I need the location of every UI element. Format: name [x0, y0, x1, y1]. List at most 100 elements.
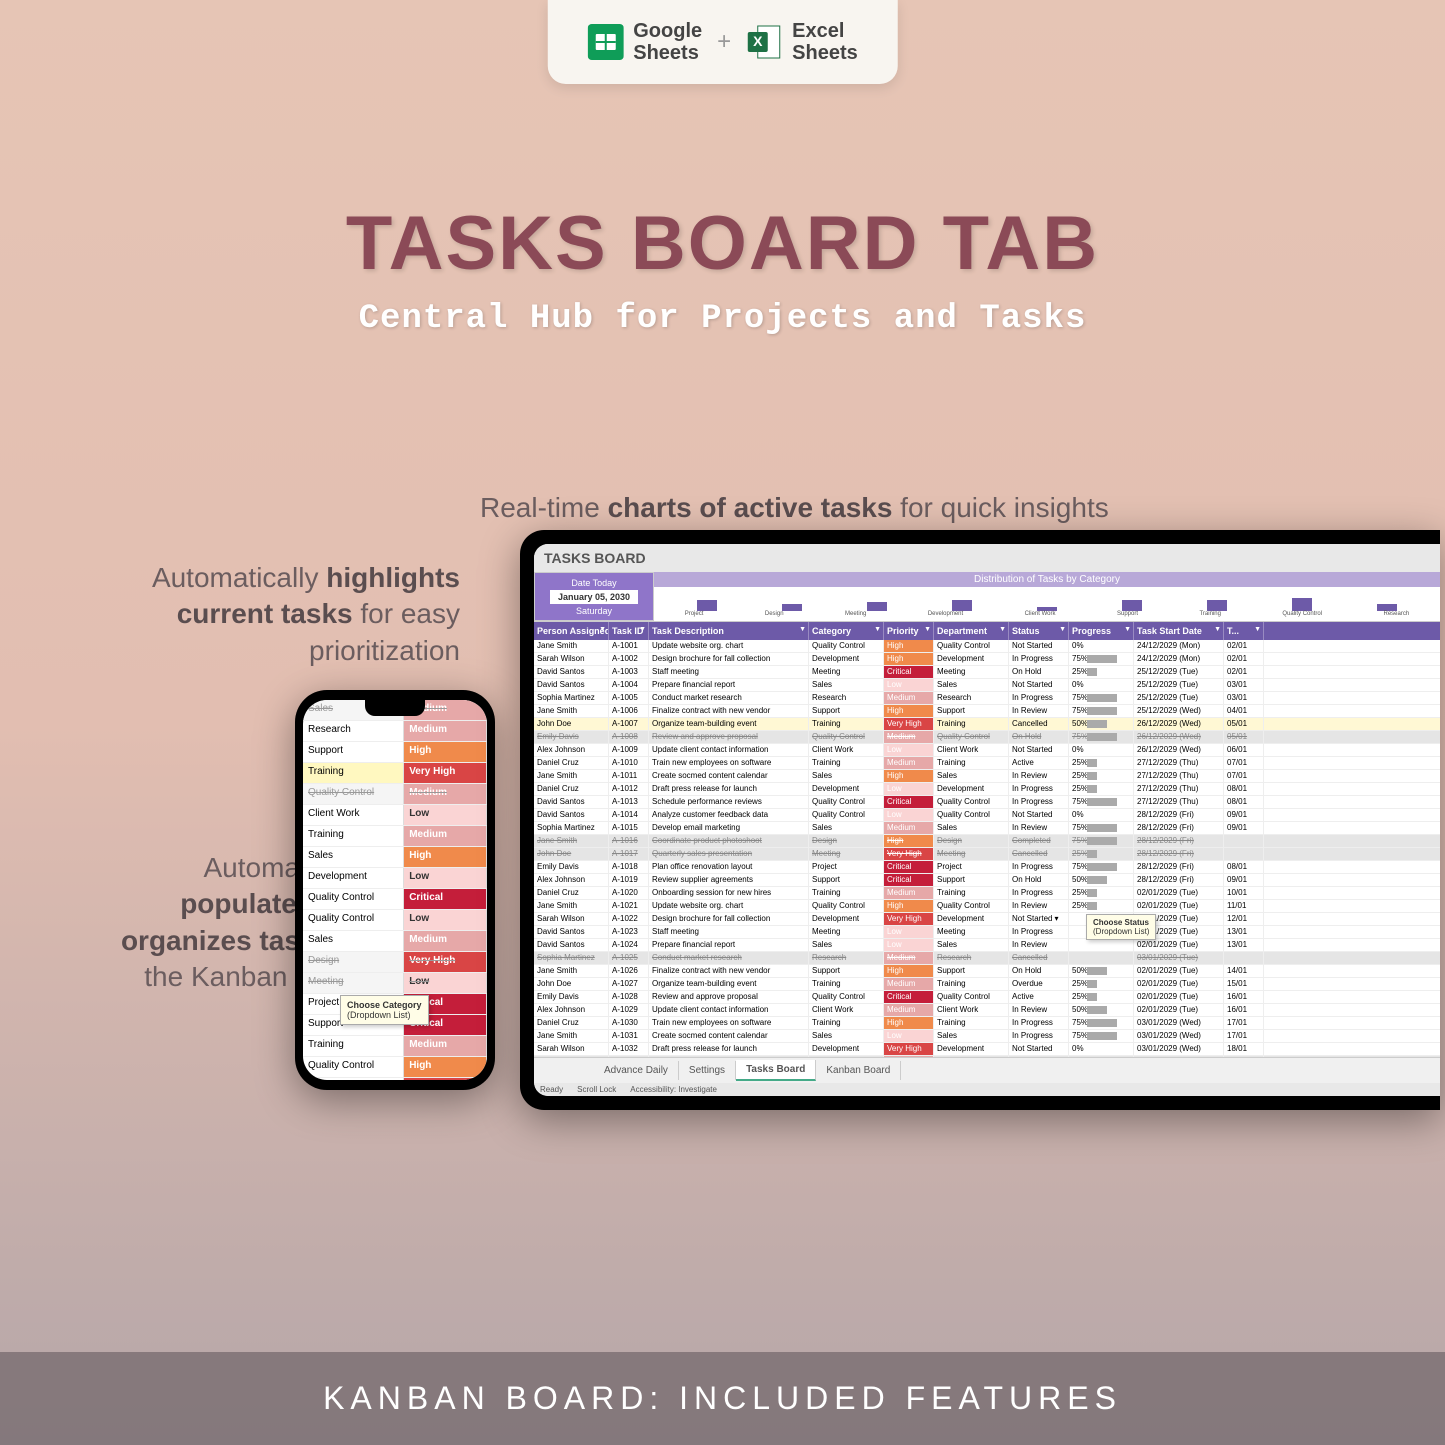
table-cell[interactable]: 27/12/2029 (Thu) — [1134, 770, 1224, 782]
table-cell[interactable]: 05/01 — [1224, 718, 1264, 730]
table-cell[interactable]: 27/12/2029 (Thu) — [1134, 796, 1224, 808]
table-cell[interactable]: On Hold — [1009, 965, 1069, 977]
table-cell[interactable]: 26/12/2029 (Wed) — [1134, 718, 1224, 730]
table-cell[interactable]: 15/01 — [1224, 978, 1264, 990]
table-cell[interactable]: High — [884, 1017, 934, 1029]
table-cell[interactable]: Completed — [1009, 835, 1069, 847]
table-cell[interactable]: Active — [1009, 757, 1069, 769]
phone-category-cell[interactable]: Support — [303, 742, 404, 762]
table-cell[interactable]: Training — [934, 1017, 1009, 1029]
table-cell[interactable]: Onboarding session for new hires — [649, 887, 809, 899]
table-cell[interactable]: Design — [809, 835, 884, 847]
table-cell[interactable]: Quality Control — [934, 809, 1009, 821]
phone-category-cell[interactable]: Training — [303, 763, 404, 783]
table-cell[interactable]: High — [884, 770, 934, 782]
table-cell[interactable]: Schedule performance reviews — [649, 796, 809, 808]
table-row[interactable]: Daniel CruzA-1012Draft press release for… — [534, 783, 1440, 796]
table-cell[interactable]: 08/01 — [1224, 796, 1264, 808]
table-row[interactable]: Jane SmithA-1016Coordinate product photo… — [534, 835, 1440, 848]
table-cell[interactable]: Staff meeting — [649, 666, 809, 678]
table-cell[interactable] — [1069, 939, 1134, 951]
table-cell[interactable]: Quality Control — [809, 731, 884, 743]
table-cell[interactable]: A-1027 — [609, 978, 649, 990]
table-cell[interactable]: Support — [934, 874, 1009, 886]
table-cell[interactable]: Jane Smith — [534, 770, 609, 782]
table-cell[interactable]: 25% — [1069, 783, 1134, 795]
table-cell[interactable]: In Review — [1009, 822, 1069, 834]
table-cell[interactable]: 02/01 — [1224, 640, 1264, 652]
column-header[interactable]: Status — [1009, 622, 1069, 640]
table-cell[interactable]: Critical — [884, 991, 934, 1003]
table-cell[interactable]: Quality Control — [934, 991, 1009, 1003]
table-cell[interactable]: 28/12/2029 (Fri) — [1134, 874, 1224, 886]
table-cell[interactable]: 28/12/2029 (Fri) — [1134, 822, 1224, 834]
table-cell[interactable]: 75% — [1069, 705, 1134, 717]
table-cell[interactable]: Jane Smith — [534, 900, 609, 912]
table-cell[interactable]: Sales — [809, 1030, 884, 1042]
table-cell[interactable]: Low — [884, 679, 934, 691]
table-cell[interactable]: Very High — [884, 1043, 934, 1055]
phone-category-cell[interactable]: Quality Control — [303, 889, 404, 909]
table-cell[interactable]: Not Started — [1009, 744, 1069, 756]
table-cell[interactable]: Train new employees on software — [649, 1017, 809, 1029]
table-cell[interactable]: A-1031 — [609, 1030, 649, 1042]
table-cell[interactable]: A-1008 — [609, 731, 649, 743]
table-row[interactable]: Emily DavisA-1008Review and approve prop… — [534, 731, 1440, 744]
table-row[interactable]: David SantosA-1024Prepare financial repo… — [534, 939, 1440, 952]
column-header[interactable]: Category — [809, 622, 884, 640]
table-cell[interactable]: Quality Control — [809, 796, 884, 808]
table-cell[interactable]: David Santos — [534, 926, 609, 938]
table-cell[interactable]: Design — [934, 835, 1009, 847]
table-cell[interactable]: High — [884, 653, 934, 665]
table-cell[interactable]: 11/01 — [1224, 900, 1264, 912]
table-cell[interactable]: In Progress — [1009, 1017, 1069, 1029]
table-cell[interactable]: 50% — [1069, 718, 1134, 730]
table-cell[interactable]: Low — [884, 783, 934, 795]
table-cell[interactable]: Design brochure for fall collection — [649, 913, 809, 925]
phone-row[interactable]: Quality ControlCritical — [303, 889, 487, 910]
phone-row[interactable]: TrainingVery High — [303, 763, 487, 784]
table-cell[interactable]: 14/01 — [1224, 965, 1264, 977]
table-cell[interactable]: 0% — [1069, 744, 1134, 756]
table-row[interactable]: David SantosA-1004Prepare financial repo… — [534, 679, 1440, 692]
phone-row[interactable]: Quality ControlLow — [303, 910, 487, 931]
table-cell[interactable]: Review and approve proposal — [649, 991, 809, 1003]
table-cell[interactable]: 03/01 — [1224, 692, 1264, 704]
table-cell[interactable]: In Progress — [1009, 692, 1069, 704]
table-cell[interactable]: 24/12/2029 (Mon) — [1134, 640, 1224, 652]
table-cell[interactable]: Meeting — [809, 848, 884, 860]
table-cell[interactable]: 07/01 — [1224, 757, 1264, 769]
table-cell[interactable]: Research — [934, 692, 1009, 704]
table-cell[interactable]: Not Started — [1009, 640, 1069, 652]
table-cell[interactable]: Training — [809, 978, 884, 990]
table-cell[interactable]: 28/12/2029 (Fri) — [1134, 809, 1224, 821]
table-cell[interactable]: Sarah Wilson — [534, 913, 609, 925]
table-cell[interactable]: Client Work — [934, 744, 1009, 756]
table-cell[interactable]: Jane Smith — [534, 1030, 609, 1042]
table-cell[interactable]: Sophia Martinez — [534, 822, 609, 834]
table-cell[interactable]: Review supplier agreements — [649, 874, 809, 886]
table-cell[interactable]: Support — [934, 965, 1009, 977]
table-cell[interactable]: 02/01/2029 (Tue) — [1134, 900, 1224, 912]
table-cell[interactable]: Sales — [809, 939, 884, 951]
table-cell[interactable]: Emily Davis — [534, 731, 609, 743]
table-cell[interactable]: A-1023 — [609, 926, 649, 938]
table-cell[interactable]: 02/01/2029 (Tue) — [1134, 978, 1224, 990]
table-cell[interactable]: 03/01/2029 (Tue) — [1134, 952, 1224, 964]
table-cell[interactable]: A-1015 — [609, 822, 649, 834]
sheet-tab[interactable]: Settings — [679, 1061, 736, 1080]
table-cell[interactable]: Update client contact information — [649, 744, 809, 756]
table-cell[interactable]: Daniel Cruz — [534, 1017, 609, 1029]
table-cell[interactable]: Client Work — [934, 1004, 1009, 1016]
table-cell[interactable]: Alex Johnson — [534, 874, 609, 886]
table-cell[interactable]: 25% — [1069, 757, 1134, 769]
table-cell[interactable]: Organize team-building event — [649, 718, 809, 730]
table-cell[interactable] — [1224, 952, 1264, 964]
table-cell[interactable]: A-1004 — [609, 679, 649, 691]
table-cell[interactable]: Critical — [884, 796, 934, 808]
table-cell[interactable]: Conduct market research — [649, 692, 809, 704]
table-cell[interactable]: On Hold — [1009, 874, 1069, 886]
table-cell[interactable]: On Hold — [1009, 666, 1069, 678]
table-cell[interactable]: High — [884, 835, 934, 847]
table-cell[interactable]: A-1029 — [609, 1004, 649, 1016]
